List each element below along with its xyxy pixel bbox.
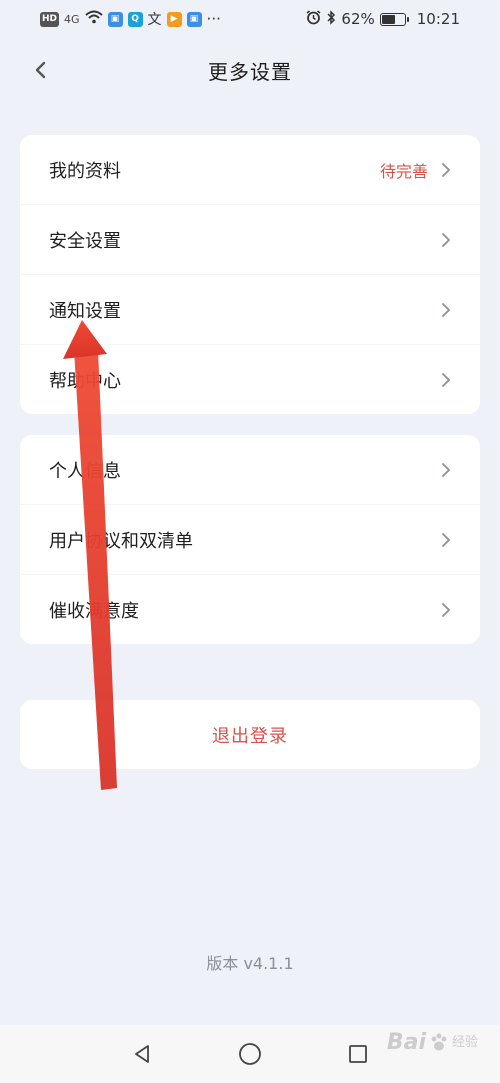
menu-item-security-settings[interactable]: 安全设置 bbox=[20, 205, 480, 275]
menu-item-personal-info[interactable]: 个人信息 bbox=[20, 435, 480, 505]
status-bar: HD 4G ▣ Q 文 ▶ ▣ ··· 62% 10:21 bbox=[0, 0, 500, 38]
chevron-right-icon bbox=[442, 302, 450, 317]
settings-group-privacy: 个人信息 用户协议和双清单 催收满意度 bbox=[20, 435, 480, 644]
status-right: 62% 10:21 bbox=[306, 9, 460, 29]
battery-icon bbox=[379, 12, 409, 26]
chevron-right-icon bbox=[442, 162, 450, 177]
page-title: 更多设置 bbox=[208, 59, 292, 84]
app-bag-icon: ▣ bbox=[107, 11, 123, 27]
menu-item-notification-settings[interactable]: 通知设置 bbox=[20, 275, 480, 345]
nav-home-button[interactable] bbox=[235, 1039, 265, 1069]
battery-level bbox=[381, 14, 396, 24]
menu-item-label: 用户协议和双清单 bbox=[49, 530, 193, 552]
bluetooth-icon bbox=[326, 9, 336, 29]
paw-icon bbox=[431, 1033, 447, 1050]
menu-item-label: 个人信息 bbox=[49, 460, 121, 482]
nav-back-button[interactable] bbox=[127, 1039, 157, 1069]
page-header: 更多设置 bbox=[0, 48, 500, 92]
wifi-icon bbox=[84, 10, 103, 28]
menu-item-label: 通知设置 bbox=[49, 300, 121, 322]
menu-item-right: 待完善 bbox=[380, 158, 452, 182]
battery-percent: 62% bbox=[341, 10, 375, 28]
alarm-icon bbox=[306, 9, 321, 29]
menu-item-label: 催收满意度 bbox=[49, 601, 139, 622]
signal-4g-icon: 4G bbox=[64, 12, 80, 26]
watermark-brand: Bai bbox=[386, 1030, 426, 1055]
menu-item-label: 安全设置 bbox=[49, 230, 121, 252]
square-recents-icon bbox=[349, 1045, 367, 1063]
chevron-right-icon bbox=[442, 373, 450, 387]
back-button[interactable] bbox=[24, 54, 56, 86]
logout-button[interactable]: 退出登录 bbox=[20, 700, 480, 769]
menu-item-collection-satisfaction[interactable]: 催收满意度 bbox=[20, 575, 480, 645]
chevron-left-icon bbox=[35, 61, 46, 79]
logout-label: 退出登录 bbox=[212, 725, 288, 747]
clock-time: 10:21 bbox=[416, 10, 460, 28]
status-left: HD 4G ▣ Q 文 ▶ ▣ ··· bbox=[40, 9, 221, 29]
logout-card: 退出登录 bbox=[20, 700, 480, 769]
hd-icon: HD bbox=[40, 11, 60, 27]
app-version: 版本 v4.1.1 bbox=[206, 954, 294, 973]
menu-item-user-agreement[interactable]: 用户协议和双清单 bbox=[20, 505, 480, 575]
app-search-icon: Q bbox=[127, 11, 143, 27]
menu-item-label: 我的资料 bbox=[49, 160, 121, 182]
chevron-right-icon bbox=[442, 532, 450, 547]
triangle-back-icon bbox=[135, 1045, 149, 1063]
nav-recents-button[interactable] bbox=[343, 1039, 373, 1069]
more-notifications-icon: ··· bbox=[206, 10, 221, 28]
status-badge: 待完善 bbox=[379, 161, 428, 181]
chevron-right-icon bbox=[442, 232, 450, 247]
menu-item-my-profile[interactable]: 我的资料 待完善 bbox=[20, 135, 480, 205]
chevron-right-icon bbox=[442, 462, 450, 477]
menu-item-help-center[interactable]: 帮助中心 bbox=[20, 345, 480, 415]
app-lock-icon: ▣ bbox=[186, 11, 202, 27]
chevron-right-icon bbox=[442, 603, 450, 617]
circle-home-icon bbox=[239, 1043, 261, 1065]
settings-group-account: 我的资料 待完善 安全设置 通知设置 帮助中心 bbox=[20, 135, 480, 414]
translate-icon: 文 bbox=[147, 12, 162, 28]
watermark-sub: 经验 bbox=[451, 1035, 478, 1050]
menu-item-label: 帮助中心 bbox=[49, 371, 121, 392]
app-play-icon: ▶ bbox=[166, 11, 182, 27]
baidu-watermark: Bai 经验 bbox=[387, 1030, 478, 1055]
